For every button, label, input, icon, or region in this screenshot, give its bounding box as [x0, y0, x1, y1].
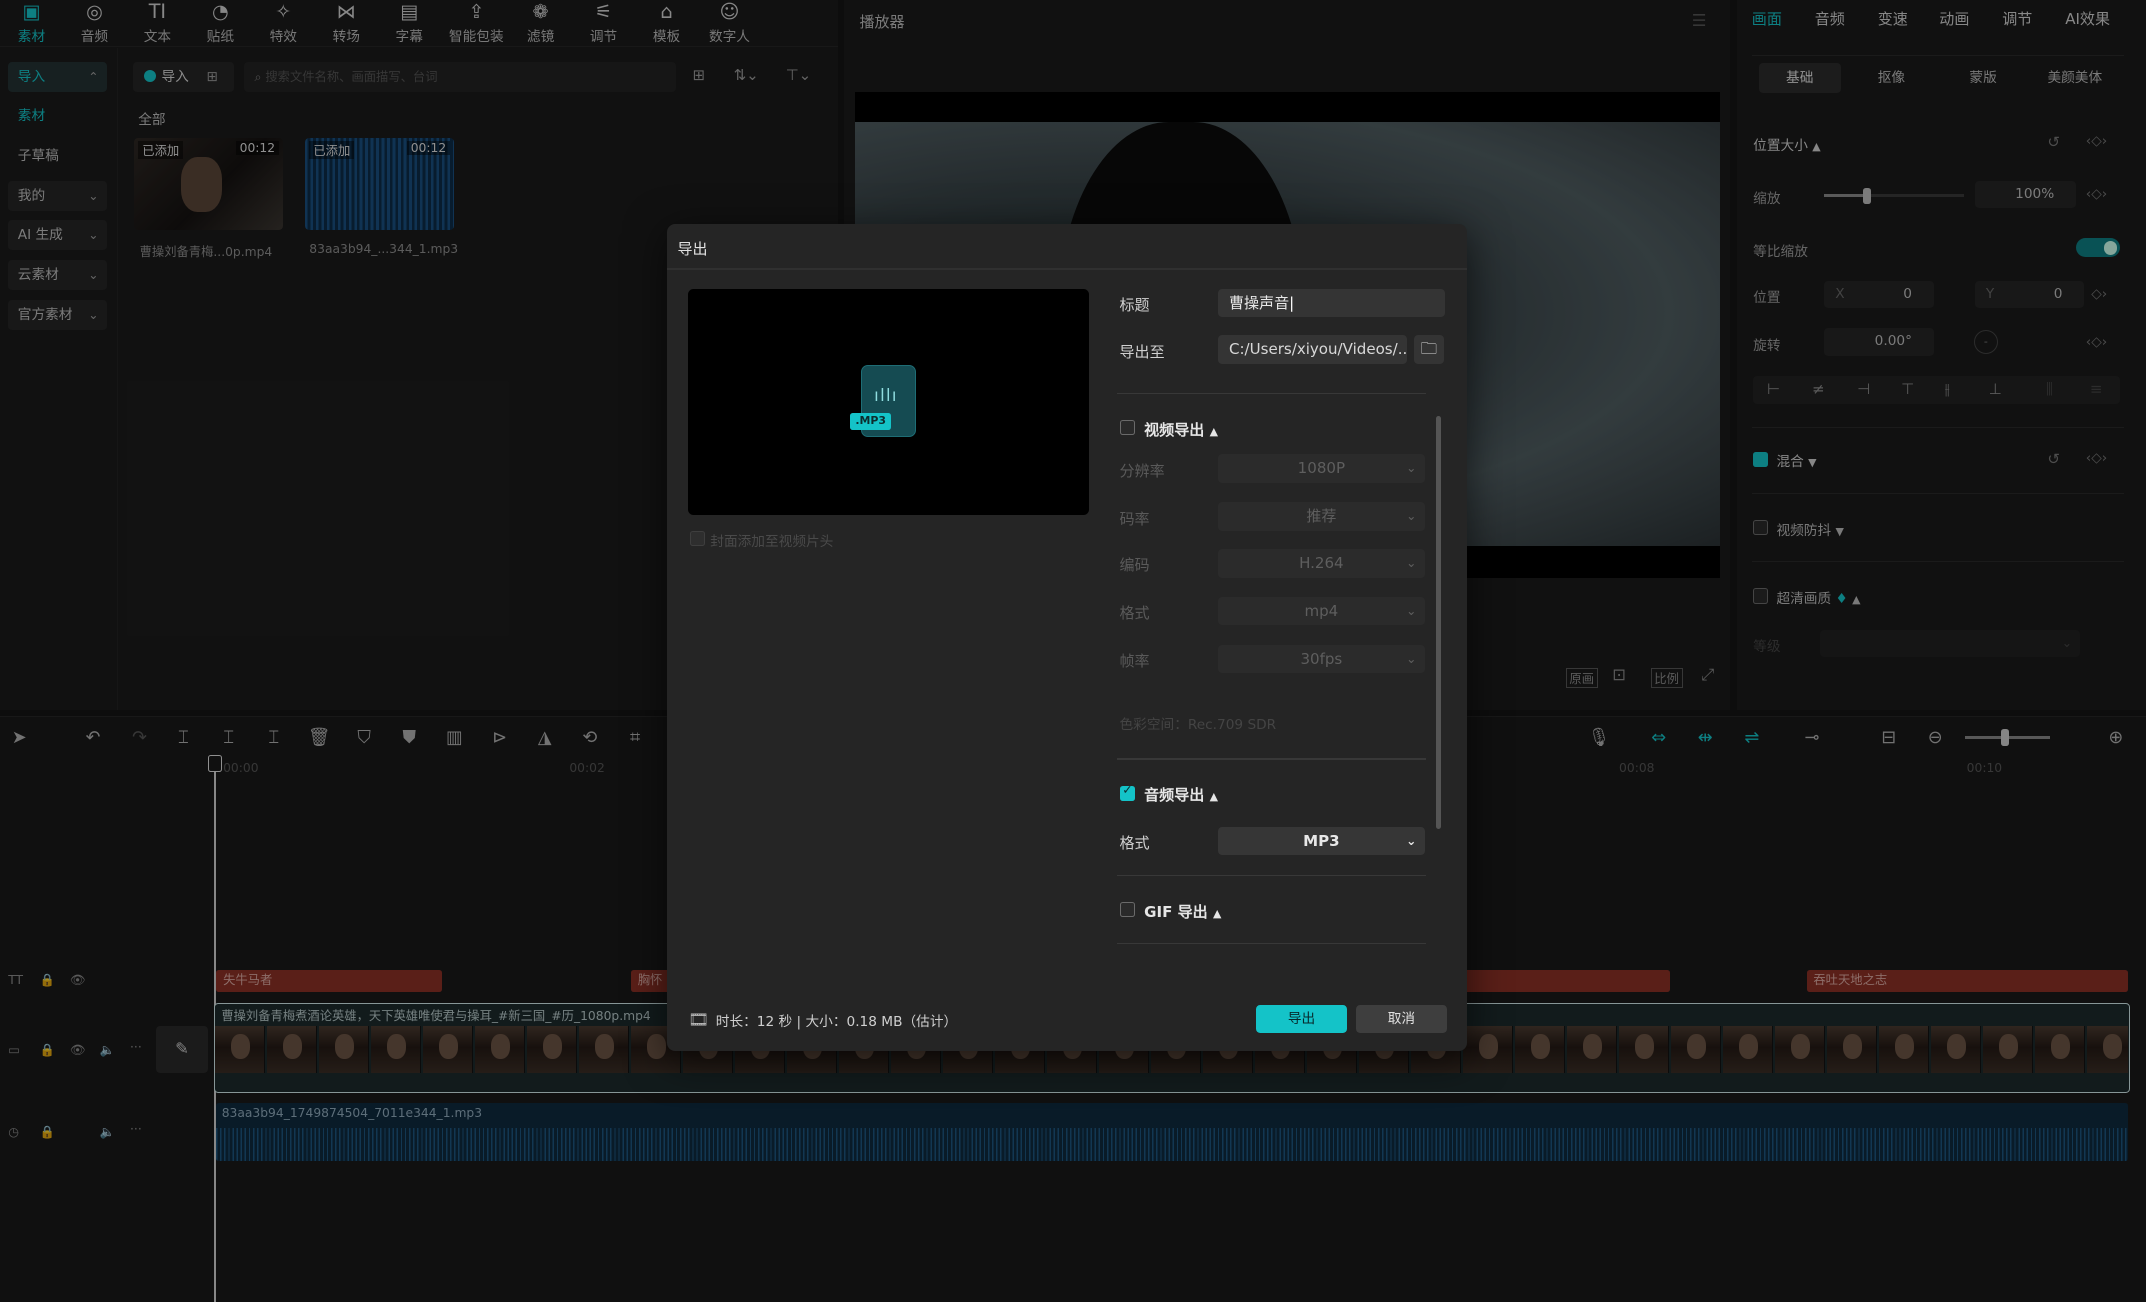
color-space-label: 色彩空间：Rec.709 SDR	[1119, 717, 1277, 734]
video-editor-window: ▣ 素材 ◎ 音频 TI 文本 ◔ 贴纸 ✧ 特效 ⋈ 转场 ▤ 字幕 ⇪ 智能包装 ❁ 滤镜 ⚟…	[0, 0, 2146, 1302]
divider	[1116, 392, 1427, 395]
gif-export-section[interactable]: GIF 导出 ▲	[1144, 901, 1221, 922]
chevron-down-icon: ⌄	[1406, 833, 1417, 848]
gif-export-checkbox[interactable]	[1119, 901, 1135, 917]
divider	[666, 268, 1468, 270]
checkmark-icon: ✓	[1122, 782, 1133, 797]
export-summary: 时长：12 秒 | 大小：0.18 MB（估计）	[715, 1014, 958, 1030]
fps-label: 帧率	[1119, 652, 1150, 671]
divider	[1116, 758, 1427, 760]
audio-export-section[interactable]: 音频导出 ▲	[1144, 784, 1218, 805]
export-dialog: 导出 ıllı .MP3 封面添加至视频片头 标题 曹操声音| 导出至 C:/U…	[666, 224, 1468, 1052]
bitrate-label: 码率	[1119, 509, 1150, 528]
fps-select[interactable]: 30fps ⌄	[1218, 644, 1425, 674]
export-to-label: 导出至	[1119, 342, 1165, 361]
resolution-select[interactable]: 1080P ⌄	[1218, 454, 1425, 484]
waveform-icon: ıllı	[874, 385, 898, 405]
divider	[1116, 942, 1427, 945]
chevron-down-icon: ⌄	[1406, 603, 1417, 618]
resolution-label: 分辨率	[1119, 461, 1165, 480]
cancel-button[interactable]: 取消	[1356, 1004, 1447, 1034]
divider	[1116, 874, 1427, 876]
chevron-down-icon: ⌄	[1406, 651, 1417, 666]
codec-select[interactable]: H.264 ⌄	[1218, 548, 1425, 578]
chevron-up-icon: ▲	[1209, 424, 1218, 438]
bitrate-select[interactable]: 推荐 ⌄	[1218, 502, 1425, 531]
video-export-section[interactable]: 视频导出 ▲	[1144, 419, 1218, 440]
chevron-up-icon: ▲	[1209, 790, 1218, 804]
browse-folder-button[interactable]: 🗀	[1413, 335, 1444, 365]
chevron-down-icon: ⌄	[1406, 509, 1417, 524]
chevron-up-icon: ▲	[1212, 906, 1222, 920]
chevron-down-icon: ⌄	[1406, 555, 1417, 570]
export-preview: ıllı .MP3	[688, 288, 1090, 515]
add-credits-label: 封面添加至视频片头	[710, 533, 834, 550]
folder-icon: 🗀	[1420, 339, 1437, 359]
dialog-title: 导出	[677, 240, 708, 259]
title-label: 标题	[1119, 296, 1150, 315]
codec-label: 编码	[1119, 556, 1150, 575]
export-path-input[interactable]: C:/Users/xiyou/Videos/...	[1218, 335, 1407, 365]
export-button[interactable]: 导出	[1256, 1004, 1347, 1034]
format-select[interactable]: mp4 ⌄	[1218, 596, 1425, 626]
format-label: 格式	[1119, 604, 1150, 623]
video-export-checkbox[interactable]	[1119, 420, 1135, 436]
audio-format-label: 格式	[1119, 834, 1150, 853]
mp3-badge: .MP3	[849, 413, 892, 430]
chevron-down-icon: ⌄	[1406, 461, 1417, 476]
title-input[interactable]: 曹操声音|	[1218, 288, 1446, 318]
add-credits-checkbox[interactable]	[689, 531, 705, 547]
settings-scrollbar[interactable]	[1435, 416, 1442, 830]
audio-format-select[interactable]: MP3 ⌄	[1218, 826, 1425, 856]
film-icon: 🎞	[688, 1010, 710, 1029]
